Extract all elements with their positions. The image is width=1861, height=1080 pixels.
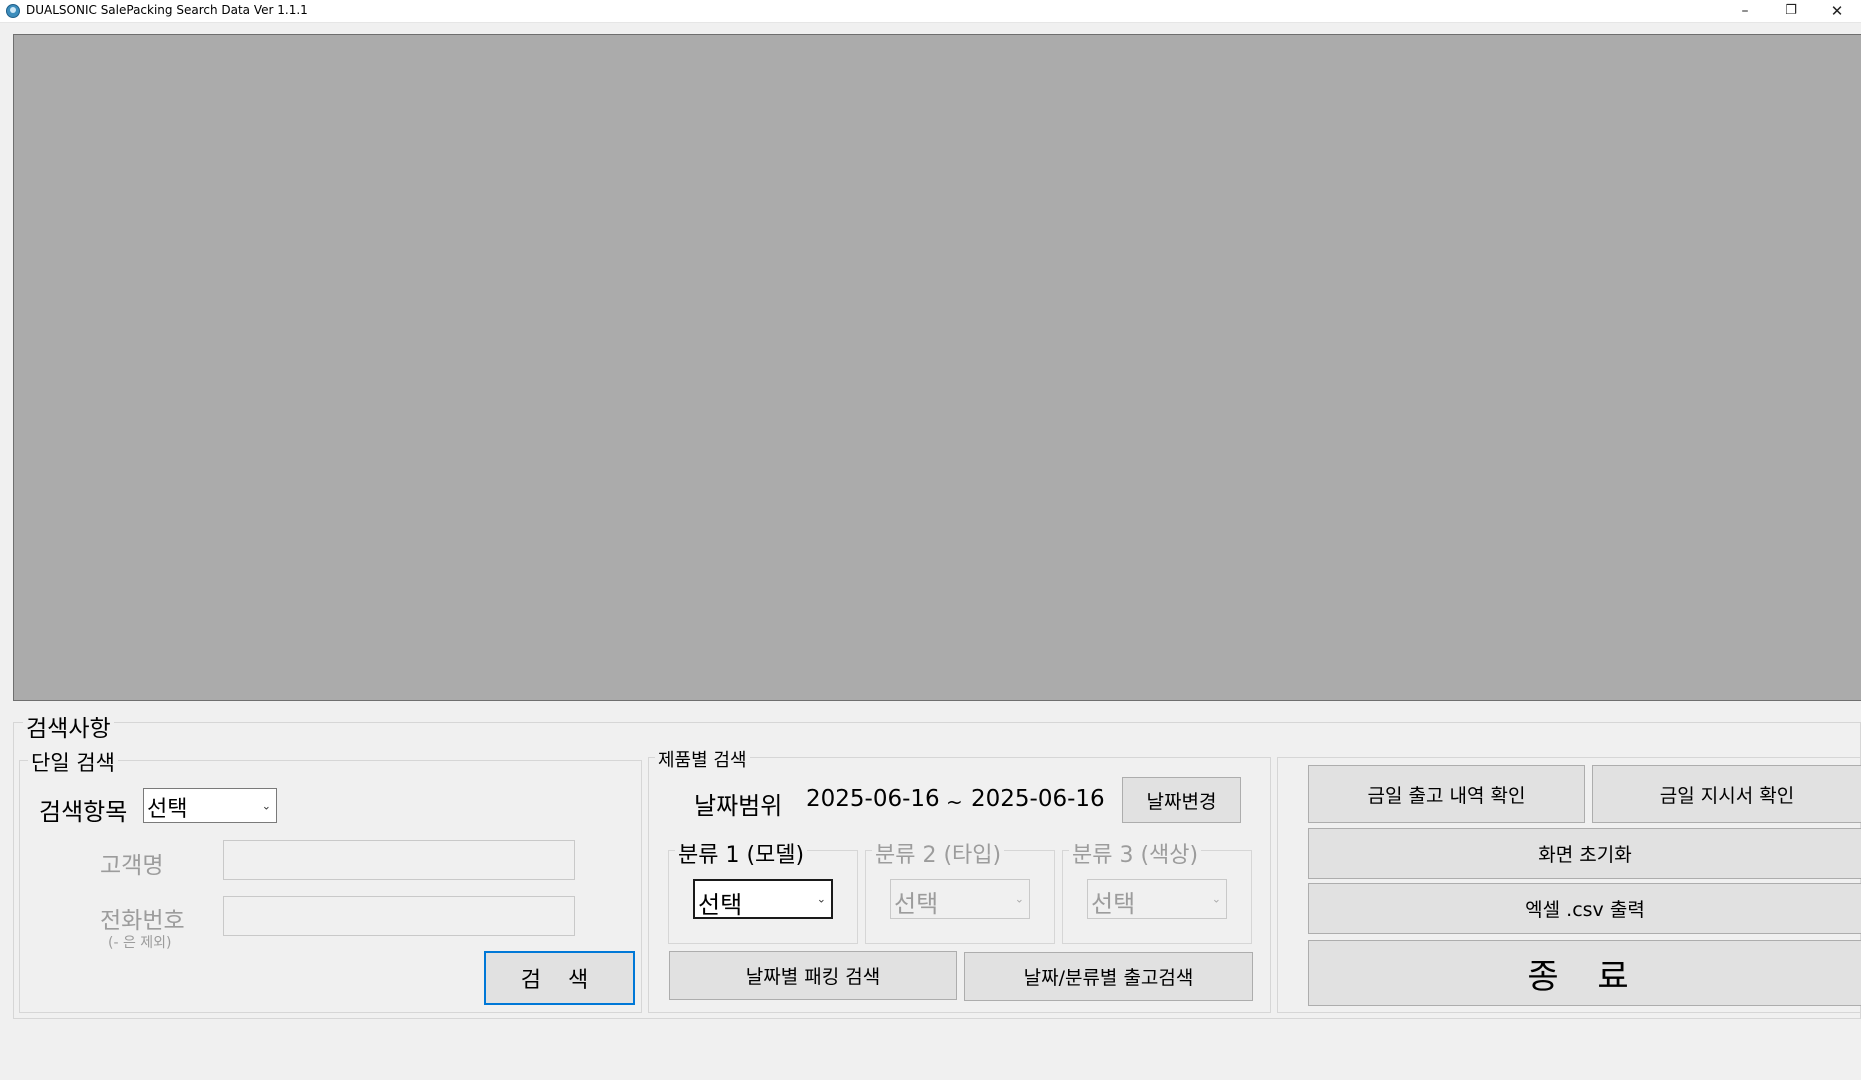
product-search-title: 제품별 검색 [655, 746, 750, 772]
reset-screen-button[interactable]: 화면 초기화 [1308, 828, 1861, 879]
customer-field[interactable] [223, 840, 575, 880]
category1-value: 선택 [698, 891, 743, 919]
date-category-shipping-search-button[interactable]: 날짜/분류별 출고검색 [964, 952, 1253, 1001]
excel-export-button[interactable]: 엑셀 .csv 출력 [1308, 883, 1861, 934]
app-logo-icon [6, 4, 20, 18]
phone-field[interactable] [223, 896, 575, 936]
restore-button[interactable]: ❐ [1768, 0, 1814, 23]
date-change-button[interactable]: 날짜변경 [1122, 777, 1241, 823]
search-item-label: 검색항목 [39, 798, 128, 826]
date-start: 2025-06-16 [806, 786, 940, 812]
today-order-button[interactable]: 금일 지시서 확인 [1592, 765, 1861, 823]
customer-label: 고객명 [100, 853, 164, 879]
date-packing-search-button[interactable]: 날짜별 패킹 검색 [669, 951, 957, 1000]
category1-select[interactable]: 선택 ⌄ [693, 879, 833, 919]
exit-button[interactable]: 종 료 [1308, 940, 1861, 1006]
search-item-select[interactable]: 선택 ⌄ [143, 788, 277, 823]
category2-value: 선택 [894, 890, 939, 918]
search-item-value: 선택 [147, 797, 188, 822]
chevron-down-icon: ⌄ [1014, 892, 1024, 906]
date-end: 2025-06-16 [971, 786, 1105, 812]
date-range-label: 날짜범위 [694, 792, 783, 820]
category1-title: 분류 1 (모델) [675, 837, 808, 869]
today-shipping-button[interactable]: 금일 출고 내역 확인 [1308, 765, 1585, 823]
phone-label: 전화번호 [100, 908, 185, 934]
minimize-button[interactable]: – [1722, 0, 1768, 23]
chevron-down-icon: ⌄ [1211, 892, 1221, 906]
category3-value: 선택 [1091, 890, 1136, 918]
category2-select[interactable]: 선택 ⌄ [890, 879, 1030, 919]
data-grid[interactable] [13, 34, 1861, 701]
title-bar: DUALSONIC SalePacking Search Data Ver 1.… [0, 0, 1861, 23]
search-panel-title: 검색사항 [23, 709, 114, 743]
category3-select[interactable]: 선택 ⌄ [1087, 879, 1227, 919]
chevron-down-icon: ⌄ [261, 799, 271, 812]
chevron-down-icon: ⌄ [816, 892, 826, 906]
close-button[interactable]: ✕ [1814, 0, 1860, 23]
window-title: DUALSONIC SalePacking Search Data Ver 1.… [26, 3, 308, 17]
category3-title: 분류 3 (색상) [1069, 837, 1202, 869]
category2-title: 분류 2 (타입) [872, 837, 1005, 869]
search-button[interactable]: 검 색 [484, 951, 635, 1005]
phone-hint: (- 은 제외) [108, 935, 172, 951]
date-separator: ~ [946, 790, 963, 814]
app-window: DUALSONIC SalePacking Search Data Ver 1.… [0, 0, 1861, 1080]
single-search-title: 단일 검색 [28, 747, 118, 777]
